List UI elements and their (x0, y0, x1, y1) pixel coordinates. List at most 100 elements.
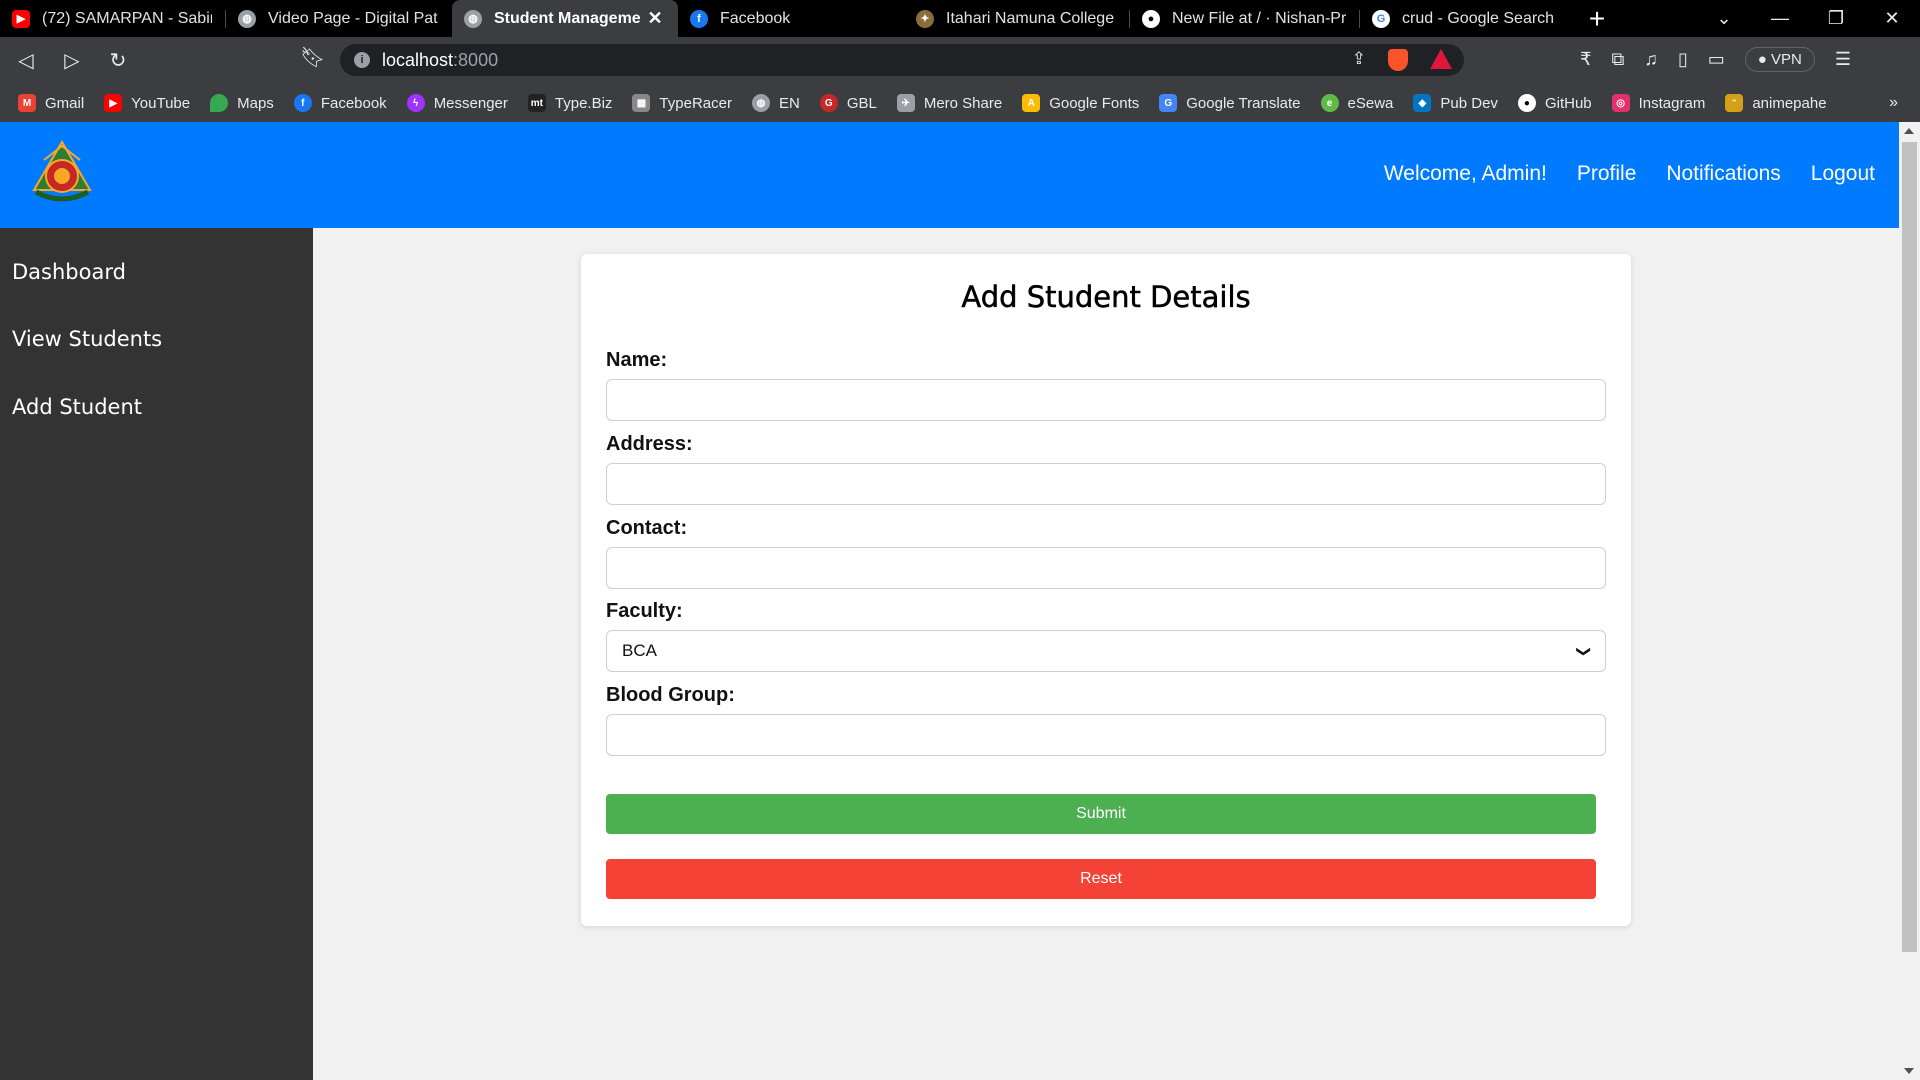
sidebar: Dashboard View Students Add Student (0, 228, 313, 1080)
typeracer-icon: ▦ (632, 94, 651, 112)
bookmark-item[interactable]: e eSewa (1320, 94, 1393, 112)
bookmark-label: animepahe (1752, 94, 1827, 112)
submit-button[interactable]: Submit (606, 794, 1596, 834)
bookmark-item[interactable]: ◍ EN (751, 94, 800, 112)
profile-link[interactable]: Profile (1577, 162, 1637, 186)
notifications-link[interactable]: Notifications (1666, 162, 1780, 186)
bookmark-item[interactable]: f Facebook (293, 94, 387, 112)
blood-group-input[interactable] (606, 714, 1606, 756)
sidebar-toggle-icon[interactable]: ▯ (1678, 49, 1688, 70)
browser-tab[interactable]: G crud - Google Search (1360, 0, 1570, 37)
site-header: Welcome, Admin! Profile Notifications Lo… (0, 122, 1899, 228)
back-icon[interactable]: ◁ (6, 48, 46, 73)
tab-title: Itahari Namuna College - I (946, 9, 1116, 27)
blood-group-label: Blood Group: (606, 684, 735, 706)
bookmark-label: Gmail (45, 94, 85, 112)
sidebar-item-add-student[interactable]: Add Student (12, 395, 142, 419)
bookmark-label: TypeRacer (659, 94, 732, 112)
extensions-icon[interactable]: ⧉ (1611, 49, 1624, 70)
bookmark-label: EN (778, 94, 800, 112)
forward-icon[interactable]: ▷ (52, 48, 92, 73)
form-title: Add Student Details (961, 280, 1251, 315)
vpn-label: VPN (1770, 51, 1802, 68)
bookmark-item[interactable]: M Gmail (18, 94, 84, 112)
scroll-down-icon[interactable] (1904, 1068, 1914, 1074)
reset-button[interactable]: Reset (606, 859, 1596, 899)
reload-icon[interactable]: ↻ (98, 48, 138, 73)
new-tab-button[interactable]: + (1570, 0, 1624, 37)
wallet-icon[interactable]: ₹ (1580, 49, 1591, 70)
vpn-button[interactable]: ● VPN (1744, 47, 1815, 72)
bookmark-item[interactable]: ▶ YouTube (104, 94, 190, 112)
facebook-icon: f (690, 9, 708, 28)
google-fonts-icon: A (1022, 94, 1041, 112)
contact-input[interactable] (606, 547, 1606, 589)
bookmark-item[interactable]: mt Type.Biz (527, 94, 613, 112)
bookmark-item[interactable]: ✈ Mero Share (896, 94, 1002, 112)
globe-icon: ◍ (464, 9, 482, 28)
animepahe-icon: ᵔ (1725, 94, 1744, 112)
scrollbar-thumb[interactable] (1902, 142, 1917, 952)
bookmark-item[interactable]: ◆ Pub Dev (1413, 94, 1498, 112)
bookmark-item[interactable]: G Google Translate (1159, 94, 1301, 112)
scroll-up-icon[interactable] (1904, 128, 1914, 134)
sidebar-item-view-students[interactable]: View Students (12, 327, 162, 351)
faculty-select[interactable]: BCA ❯ (606, 630, 1606, 672)
instagram-icon: ◎ (1611, 94, 1630, 112)
bookmark-label: Type.Biz (554, 94, 613, 112)
page-scrollbar[interactable] (1899, 122, 1920, 1080)
bookmark-label: Pub Dev (1440, 94, 1498, 112)
more-bookmarks-icon[interactable]: » (1889, 94, 1898, 112)
browser-tab[interactable]: ◍ Video Page - Digital Pathsh (226, 0, 452, 37)
bookmark-icon[interactable]: 🔖︎ (300, 45, 325, 70)
youtube-icon: ▶ (12, 9, 30, 28)
meroshare-icon: ✈ (896, 94, 915, 112)
restore-button[interactable]: ❐ (1808, 8, 1864, 29)
pubdev-icon: ◆ (1413, 94, 1432, 112)
tab-title: Video Page - Digital Pathsh (268, 9, 438, 27)
brave-rewards-icon[interactable] (1430, 49, 1452, 69)
menu-icon[interactable]: ☰ (1835, 49, 1851, 70)
browser-tab[interactable]: f Facebook (678, 0, 904, 37)
bookmark-label: Google Translate (1186, 94, 1301, 112)
globe-icon: ◍ (238, 9, 256, 28)
bookmark-item[interactable]: ● GitHub (1517, 94, 1592, 112)
tab-strip: ▶ (72) SAMARPAN - Sabin Ra ◍ Video Page … (0, 0, 1920, 37)
address-input[interactable] (606, 463, 1606, 505)
tab-search-icon[interactable]: ⌄ (1696, 8, 1752, 29)
esewa-icon: e (1320, 94, 1339, 112)
tab-title: (72) SAMARPAN - Sabin Ra (42, 9, 212, 27)
browser-tab[interactable]: ✦ Itahari Namuna College - I (904, 0, 1130, 37)
url-port: :8000 (453, 49, 499, 70)
minimize-button[interactable]: — (1752, 8, 1808, 29)
site-info-icon[interactable]: i (354, 52, 370, 68)
name-input[interactable] (606, 379, 1606, 421)
tab-title: crud - Google Search (1402, 9, 1555, 27)
browser-toolbar: ◁ ▷ ↻ 🔖︎ i localhost:8000 ⇪ ₹ ⧉ ♫ ▯ ▭ ● … (0, 37, 1920, 84)
brave-shields-icon[interactable] (1388, 49, 1408, 71)
bookmark-item[interactable]: G GBL (819, 94, 877, 112)
share-icon[interactable]: ⇪ (1352, 49, 1366, 71)
bookmark-item[interactable]: ᵔ animepahe (1725, 94, 1827, 112)
messenger-icon: ϟ (406, 94, 425, 112)
media-icon[interactable]: ♫ (1644, 49, 1658, 70)
browser-tab-active[interactable]: ◍ Student Management ✕ (452, 0, 678, 37)
bookmark-item[interactable]: A Google Fonts (1022, 94, 1139, 112)
bookmark-item[interactable]: ◎ Instagram (1611, 94, 1705, 112)
faculty-selected-value: BCA (622, 641, 657, 660)
crypto-wallet-icon[interactable]: ▭ (1708, 49, 1725, 70)
browser-tab[interactable]: ▶ (72) SAMARPAN - Sabin Ra (0, 0, 226, 37)
logout-link[interactable]: Logout (1811, 162, 1875, 186)
address-bar[interactable]: i localhost:8000 ⇪ (340, 44, 1464, 76)
close-tab-icon[interactable]: ✕ (646, 8, 664, 29)
chevron-down-icon: ❯ (1576, 645, 1593, 657)
bookmark-item[interactable]: ϟ Messenger (406, 94, 508, 112)
browser-tab[interactable]: ● New File at / · Nishan-Prad (1130, 0, 1360, 37)
bookmark-item[interactable]: Maps (210, 94, 274, 112)
youtube-icon: ▶ (104, 94, 123, 112)
college-icon: ✦ (916, 9, 934, 28)
sidebar-item-dashboard[interactable]: Dashboard (12, 260, 126, 284)
bookmark-item[interactable]: ▦ TypeRacer (632, 94, 732, 112)
add-student-form: Add Student Details Name: Address: Conta… (581, 254, 1631, 926)
close-window-button[interactable]: ✕ (1864, 8, 1920, 29)
